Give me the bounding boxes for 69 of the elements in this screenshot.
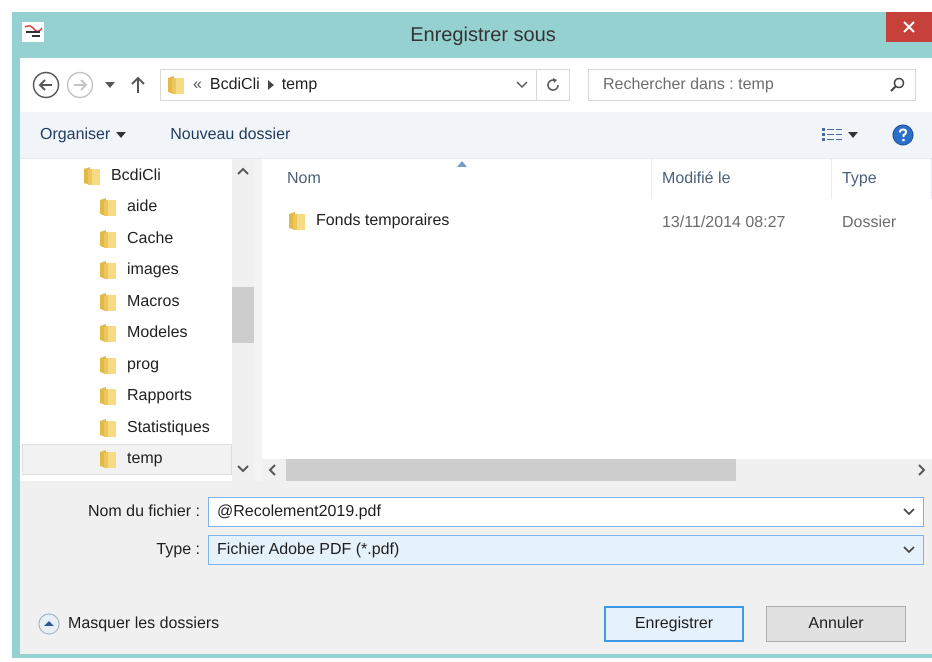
window-title: Enregistrer sous xyxy=(409,24,557,46)
help-icon xyxy=(892,124,914,146)
vertical-scrollbar[interactable] xyxy=(232,159,254,481)
column-header[interactable]: Modifié le xyxy=(652,159,832,199)
chevron-down-icon xyxy=(903,546,915,554)
column-header[interactable]: Type xyxy=(832,159,932,199)
column-header[interactable]: Nom xyxy=(262,159,652,199)
overflow-chevron[interactable]: « xyxy=(193,76,202,94)
folder-tree-item[interactable]: Cache xyxy=(22,223,232,254)
breadcrumb[interactable]: BcdiCli xyxy=(210,76,260,94)
folder-tree-item[interactable]: aide xyxy=(22,192,232,223)
close-icon xyxy=(903,21,915,33)
breadcrumb[interactable]: temp xyxy=(282,76,318,94)
view-options-button[interactable] xyxy=(822,127,858,143)
save-button[interactable]: Enregistrer xyxy=(604,606,744,642)
folder-icon xyxy=(167,75,185,95)
hide-folders-button[interactable]: Masquer les dossiers xyxy=(38,613,220,635)
folder-tree-item[interactable]: BcdiCli xyxy=(22,160,232,192)
app-logo-icon xyxy=(22,22,44,42)
chevron-down-icon xyxy=(903,508,915,516)
cancel-button[interactable]: Annuler xyxy=(766,606,906,642)
folder-tree-item[interactable]: Macros xyxy=(22,286,232,318)
folder-icon xyxy=(99,197,117,218)
chevron-down-icon[interactable] xyxy=(516,81,528,89)
refresh-icon xyxy=(545,77,561,93)
breadcrumb-arrow-icon xyxy=(268,80,274,90)
folder-icon xyxy=(99,449,117,470)
collapse-icon xyxy=(38,613,60,635)
help-button[interactable] xyxy=(892,124,914,146)
close-button[interactable] xyxy=(886,12,932,42)
table-cell: Dossier xyxy=(842,214,896,231)
sort-arrow-icon xyxy=(456,161,466,167)
folder-icon xyxy=(83,166,101,186)
field-label: Nom du fichier : xyxy=(86,503,200,521)
table-cell: 13/11/2014 08:27 xyxy=(662,214,786,231)
scroll-thumb[interactable] xyxy=(286,459,736,481)
folder-icon xyxy=(99,386,117,406)
back-button[interactable] xyxy=(32,71,60,99)
scroll-up-icon[interactable] xyxy=(237,167,249,175)
folder-icon xyxy=(99,292,117,312)
folder-icon xyxy=(99,260,117,280)
folder-tree-item[interactable]: Modeles xyxy=(22,318,232,349)
scroll-right-icon[interactable] xyxy=(918,464,926,476)
caret-icon xyxy=(116,132,126,138)
organize-menu[interactable]: Organiser xyxy=(40,126,126,144)
scroll-left-icon[interactable] xyxy=(268,464,276,476)
new-folder-button[interactable]: Nouveau dossier xyxy=(170,126,290,144)
caret-icon xyxy=(848,132,858,138)
folder-tree-item[interactable]: Statistiques xyxy=(22,412,232,444)
folder-icon xyxy=(99,354,117,375)
scroll-down-icon[interactable] xyxy=(237,465,249,473)
folder-icon xyxy=(99,323,117,344)
field-label: Type : xyxy=(155,541,200,559)
file-name-cell[interactable]: Fonds temporaires xyxy=(288,210,450,230)
folder-tree-item[interactable]: temp xyxy=(22,444,232,475)
scroll-thumb[interactable] xyxy=(232,287,254,343)
folder-tree-item[interactable]: Rapports xyxy=(22,380,232,412)
horizontal-scrollbar[interactable] xyxy=(262,459,932,481)
folder-tree-item[interactable]: images xyxy=(22,254,232,286)
folder-icon xyxy=(99,418,117,438)
folder-icon xyxy=(99,228,117,249)
search-field[interactable]: Rechercher dans : temp xyxy=(588,69,916,101)
file-type-dropdown[interactable]: Fichier Adobe PDF (*.pdf) xyxy=(208,535,924,565)
details-view-icon xyxy=(822,127,842,143)
folder-icon xyxy=(288,210,306,230)
address-bar[interactable]: « BcdiCli temp xyxy=(160,69,570,101)
folder-tree-item[interactable]: prog xyxy=(22,349,232,380)
file-name-field[interactable]: @Recolement2019.pdf xyxy=(208,497,924,527)
search-icon xyxy=(889,77,905,93)
